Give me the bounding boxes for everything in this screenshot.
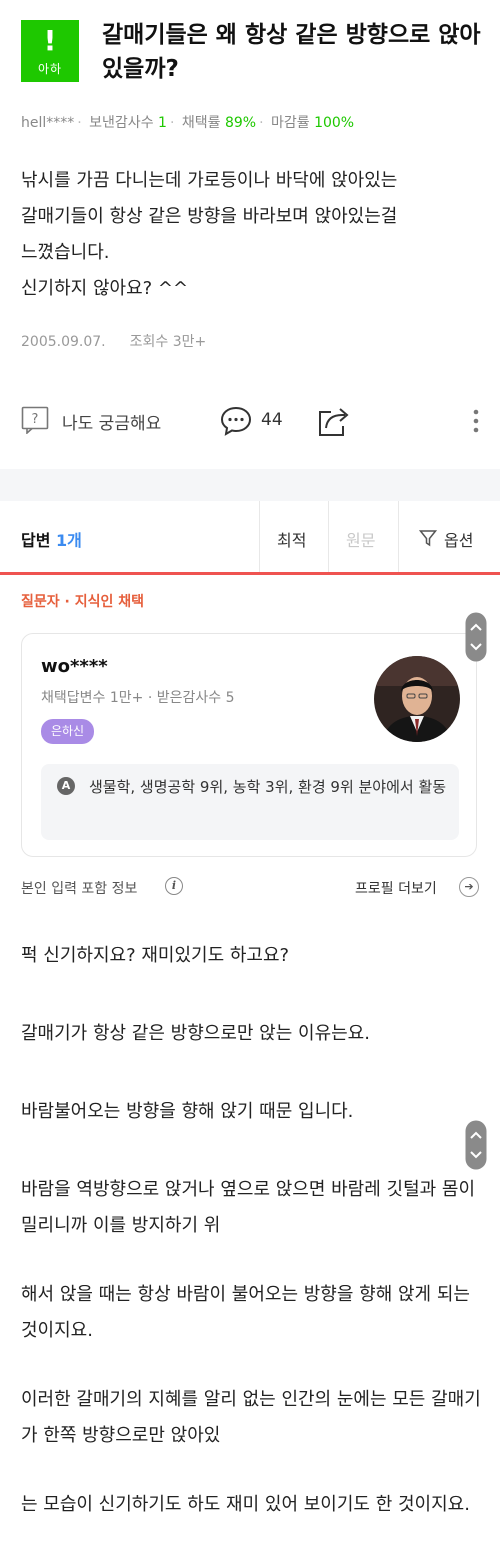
field-a-icon: A — [57, 777, 75, 795]
comment-count: 44 — [261, 410, 283, 430]
question-meta: hell**** · 보낸감사수 1 · 채택률 89% · 마감률 100% — [21, 115, 355, 131]
info-icon[interactable]: i — [165, 877, 183, 895]
avatar[interactable] — [374, 656, 460, 742]
scroll-handle[interactable] — [465, 1120, 487, 1170]
question-body: 낚시를 가끔 다니는데 가로등이나 바닥에 앉아있는 갈매기들이 항상 같은 방… — [21, 163, 481, 307]
adopt-rate-label: 채택률 — [181, 115, 221, 131]
badge-label: 아하 — [37, 62, 63, 76]
arrow-right-circle-icon[interactable]: ➔ — [459, 877, 479, 897]
self-input-info: 본인 입력 포함 정보 — [21, 881, 138, 897]
activity-field-box: A 생물학, 생명공학 9위, 농학 3위, 환경 9위 분야에서 활동 — [41, 764, 459, 840]
options-button[interactable]: 옵션 — [444, 527, 473, 551]
answer-title-label: 답변 — [21, 531, 51, 550]
question-date: 2005.09.07. — [21, 334, 106, 350]
profile-more-link[interactable]: 프로필 더보기 — [355, 878, 437, 898]
answerer-stats: 채택답변수 1만+ · 받은감사수 5 — [41, 690, 235, 706]
answer-paragraph: 바람불어오는 방향을 향해 앉기 때문 입니다. — [21, 1101, 354, 1122]
answer-paragraph: 갈매기가 항상 같은 방향으로만 앉는 이유는요. — [21, 1023, 370, 1044]
tab-divider — [328, 501, 329, 572]
thanks-value: 1 — [158, 115, 167, 131]
selected-answer-label: 질문자 · 지식인 채택 — [21, 594, 144, 610]
answer-count: 1개 — [56, 531, 82, 550]
question-line: 느꼈습니다. — [21, 242, 110, 263]
author-name[interactable]: hell**** — [21, 115, 74, 131]
tab-divider — [398, 501, 399, 572]
sort-original-tab[interactable]: 원문 — [346, 527, 375, 551]
question-title: 갈매기들은 왜 항상 같은 방향으로 앉아있을까? — [102, 22, 481, 82]
question-line: 낚시를 가끔 다니는데 가로등이나 바닥에 앉아있는 — [21, 170, 398, 191]
answer-paragraph: 이러한 갈매기의 지혜를 알리 없는 인간의 눈에는 모든 갈매기가 한쪽 방향… — [21, 1389, 481, 1446]
section-divider — [0, 469, 500, 501]
sort-best-tab[interactable]: 최적 — [277, 527, 306, 551]
view-count: 조회수 3만+ — [129, 334, 207, 350]
activity-field-text: 생물학, 생명공학 9위, 농학 3위, 환경 9위 분야에서 활동 — [89, 778, 447, 796]
filter-icon[interactable] — [419, 529, 437, 547]
answer-badge: ! 아하 — [21, 20, 79, 82]
tab-divider — [259, 501, 260, 572]
close-rate-label: 마감률 — [270, 115, 310, 131]
question-line: 갈매기들이 항상 같은 방향을 바라보며 앉아있는걸 — [21, 206, 398, 227]
curious-button[interactable]: 나도 궁금해요 — [62, 409, 161, 434]
answerer-name[interactable]: wo**** — [41, 656, 108, 677]
answer-paragraph: 는 모습이 신기하기도 하도 재미 있어 보이기도 한 것이지요. — [21, 1494, 470, 1515]
scroll-handle[interactable] — [465, 612, 487, 662]
svg-text:?: ? — [32, 412, 39, 427]
answer-count-title: 답변 1개 — [21, 527, 82, 551]
adopt-rate-value: 89% — [224, 115, 257, 131]
question-bubble-icon[interactable]: ? — [21, 406, 49, 434]
answerer-profile-card[interactable]: wo**** 채택답변수 1만+ · 받은감사수 5 은하신 A 생물학, 생명… — [21, 633, 477, 857]
share-icon[interactable] — [317, 404, 351, 438]
close-rate-value: 100% — [314, 115, 355, 131]
answers-accent-line — [0, 572, 500, 575]
answer-sort-bar: 답변 1개 최적 원문 옵션 — [0, 501, 500, 572]
comment-icon[interactable] — [220, 406, 252, 436]
question-line: 신기하지 않아요? ^^ — [21, 278, 189, 299]
profile-info-row: 본인 입력 포함 정보 i 프로필 더보기 ➔ — [21, 876, 481, 900]
answer-paragraph: 해서 앉을 때는 항상 바람이 불어오는 방향을 향해 앉게 되는 것이지요. — [21, 1284, 470, 1341]
grade-badge: 은하신 — [41, 719, 94, 744]
more-vertical-icon[interactable] — [469, 404, 483, 438]
answer-paragraph: 바람을 역방향으로 앉거나 옆으로 앉으면 바람레 깃털과 몸이 밀리니까 이를… — [21, 1179, 476, 1236]
answer-body: 퍽 신기하지요? 재미있기도 하고요? 갈매기가 항상 같은 방향으로만 앉는 … — [21, 938, 481, 1565]
thanks-label: 보낸감사수 — [89, 115, 154, 131]
question-actions: ? 나도 궁금해요 44 — [21, 400, 485, 444]
answer-paragraph: 퍽 신기하지요? 재미있기도 하고요? — [21, 945, 290, 966]
question-date-row: 2005.09.07. 조회수 3만+ — [21, 331, 206, 351]
exclamation-icon: ! — [43, 24, 57, 57]
